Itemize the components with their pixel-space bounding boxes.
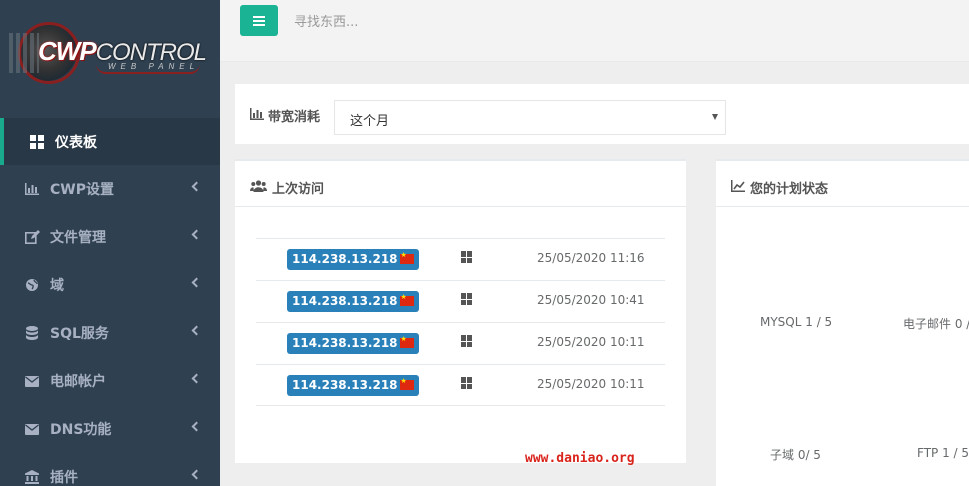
mysql-quota: MYSQL 1 / 5	[760, 315, 833, 329]
email-quota: 电子邮件 0 /	[903, 317, 969, 331]
dashboard-grid-icon	[29, 134, 45, 150]
ip-address: 114.238.13.218	[292, 336, 398, 350]
envelope-icon	[24, 421, 40, 437]
table-row: 114.238.13.218 25/05/2020 10:11	[256, 322, 665, 364]
panel-title: 您的计划状态	[731, 178, 828, 197]
visit-date: 25/05/2020 10:11	[537, 377, 645, 391]
windows-icon	[461, 251, 473, 263]
ip-address: 114.238.13.218	[292, 252, 398, 266]
sidebar-item-file-manager[interactable]: 文件管理	[0, 213, 220, 261]
visit-date: 25/05/2020 10:41	[537, 293, 645, 307]
sidebar-item-plugins[interactable]: 插件	[0, 453, 220, 486]
globe-icon	[24, 277, 40, 293]
china-flag-icon	[399, 335, 414, 348]
sidebar-item-label: DNS功能	[50, 422, 112, 438]
line-chart-icon	[731, 179, 745, 196]
visits-table: 114.238.13.218 25/05/2020 11:16 114.238.…	[256, 238, 665, 406]
windows-icon	[461, 377, 473, 389]
china-flag-icon	[399, 293, 414, 306]
ip-badge: 114.238.13.218	[287, 291, 419, 312]
bank-icon	[24, 469, 40, 485]
bandwidth-label-text: 带宽消耗	[268, 110, 321, 125]
table-row: 114.238.13.218 25/05/2020 10:41	[256, 280, 665, 322]
sidebar-item-label: 电邮帐户	[50, 374, 106, 390]
chevron-left-icon	[191, 325, 202, 336]
sidebar-item-cwp-settings[interactable]: CWP设置	[0, 165, 220, 213]
panel-title-text: 上次访问	[272, 182, 325, 197]
top-navbar	[220, 0, 969, 62]
sidebar-item-domains[interactable]: 域	[0, 261, 220, 309]
panel-title: 上次访问	[250, 178, 324, 197]
database-icon	[24, 325, 40, 341]
chevron-left-icon	[191, 421, 202, 432]
bar-chart-icon	[24, 181, 40, 197]
ip-badge: 114.238.13.218	[287, 249, 419, 270]
sidebar-item-label: 域	[50, 278, 64, 294]
windows-icon	[461, 335, 473, 347]
chevron-left-icon	[191, 181, 202, 192]
subdomain-quota: 子域 0/ 5	[770, 448, 821, 462]
last-visits-panel: 上次访问 114.238.13.218 25/05/2020 11:16 114…	[235, 159, 686, 463]
sidebar: CWPCONTROL WEB PANEL 仪表板 CWP设置 文件管理 域 SQ…	[0, 0, 220, 486]
chevron-left-icon	[191, 373, 202, 384]
search-input[interactable]	[284, 6, 584, 38]
sidebar-menu: 仪表板 CWP设置 文件管理 域 SQL服务 电邮帐户 DNS功能 插件	[0, 118, 220, 486]
sidebar-item-label: 仪表板	[55, 134, 97, 151]
sidebar-item-label: 文件管理	[50, 230, 106, 246]
chevron-left-icon	[191, 229, 202, 240]
caret-down-icon	[712, 114, 718, 120]
table-row: 114.238.13.218 25/05/2020 11:16	[256, 238, 665, 280]
edit-icon	[24, 229, 40, 245]
visit-date: 25/05/2020 11:16	[537, 251, 645, 265]
sidebar-item-label: SQL服务	[50, 326, 109, 342]
windows-icon	[461, 293, 473, 305]
ip-badge: 114.238.13.218	[287, 375, 419, 396]
logo-text-cwp: CWP	[38, 36, 97, 66]
panel-title-text: 您的计划状态	[750, 182, 829, 197]
ip-address: 114.238.13.218	[292, 378, 398, 392]
select-value: 这个月	[350, 114, 390, 129]
sidebar-toggle-button[interactable]	[240, 5, 278, 36]
envelope-icon	[24, 373, 40, 389]
sidebar-item-label: 插件	[50, 470, 78, 486]
bandwidth-panel: 带宽消耗 这个月	[235, 84, 969, 144]
hamburger-icon	[253, 15, 265, 26]
visit-date: 25/05/2020 10:11	[537, 335, 645, 349]
panel-header: 上次访问	[235, 159, 686, 207]
sidebar-item-dns[interactable]: DNS功能	[0, 405, 220, 453]
bandwidth-label: 带宽消耗	[250, 106, 320, 125]
sidebar-item-email[interactable]: 电邮帐户	[0, 357, 220, 405]
sidebar-item-label: CWP设置	[50, 182, 114, 198]
users-icon	[250, 179, 267, 196]
plan-status-panel: 您的计划状态 MYSQL 1 / 5 电子邮件 0 / 子域 0/ 5 FTP …	[716, 159, 969, 486]
sidebar-item-sql[interactable]: SQL服务	[0, 309, 220, 357]
panel-header: 您的计划状态	[716, 159, 969, 207]
china-flag-icon	[399, 251, 414, 264]
chevron-left-icon	[191, 469, 202, 480]
china-flag-icon	[399, 377, 414, 390]
bar-chart-icon	[250, 107, 264, 124]
ip-address: 114.238.13.218	[292, 294, 398, 308]
ftp-quota: FTP 1 / 5	[917, 446, 969, 460]
ip-badge: 114.238.13.218	[287, 333, 419, 354]
chevron-left-icon	[191, 277, 202, 288]
logo-subtext: WEB PANEL	[108, 62, 200, 71]
bandwidth-period-select[interactable]: 这个月	[334, 100, 726, 135]
sidebar-item-dashboard[interactable]: 仪表板	[0, 118, 220, 165]
cwp-logo[interactable]: CWPCONTROL WEB PANEL	[9, 18, 207, 88]
table-row: 114.238.13.218 25/05/2020 10:11	[256, 364, 665, 406]
watermark: www.daniao.org	[525, 451, 635, 466]
